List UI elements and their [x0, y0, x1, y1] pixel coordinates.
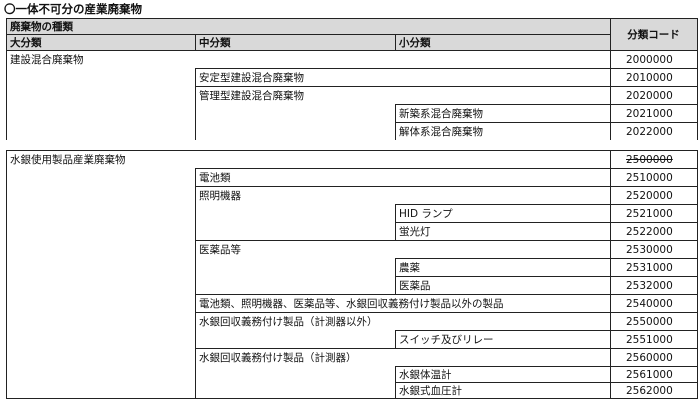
medium-column-line — [195, 68, 196, 140]
row-code: 2022000 — [610, 122, 698, 140]
row-label-medium: 電池類、照明機器、医薬品等、水銀回収義務付け製品以外の製品 — [195, 294, 610, 312]
row-divider — [395, 204, 396, 222]
header-small: 小分類 — [395, 34, 610, 50]
row-label-small: 蛍光灯 — [395, 222, 610, 240]
table-bottom-line — [6, 398, 698, 399]
waste-classification-table: 廃棄物の種類 大分類 中分類 小分類 分類コード 建設混合廃棄物 2000000 安… — [0, 0, 698, 400]
row-code: 2540000 — [610, 294, 698, 312]
row-code: 2510000 — [610, 168, 698, 186]
row-label-small: 水銀体温計 — [395, 366, 610, 382]
row-label-small: 新築系混合廃棄物 — [395, 104, 610, 122]
medium-column-line — [195, 168, 196, 398]
row-label-small: スイッチ及びリレー — [395, 330, 610, 348]
row-label-small: 農薬 — [395, 258, 610, 276]
row-label-medium: 安定型建設混合廃棄物 — [195, 68, 610, 86]
row-divider — [395, 382, 396, 398]
row-label-medium: 照明機器 — [195, 186, 610, 204]
header-col-divider-1 — [195, 34, 196, 50]
row-code: 2550000 — [610, 312, 698, 330]
row-label-large: 水銀使用製品産業廃棄物 — [6, 150, 610, 168]
page-break-gap — [0, 140, 698, 150]
row-code: 2020000 — [610, 86, 698, 104]
row-label-large: 建設混合廃棄物 — [6, 50, 610, 68]
row-label-medium: 管理型建設混合廃棄物 — [195, 86, 610, 104]
row-code: 2560000 — [610, 348, 698, 366]
page-break-top-line — [6, 150, 698, 151]
row-code: 2500000 — [610, 150, 698, 168]
row-code: 2531000 — [610, 258, 698, 276]
row-label-small: 解体系混合廃棄物 — [395, 122, 610, 140]
row-label-medium: 水銀回収義務付け製品（計測器以外） — [195, 312, 610, 330]
row-code: 2520000 — [610, 186, 698, 204]
row-label-medium: 医薬品等 — [195, 240, 610, 258]
row-divider — [395, 122, 396, 140]
row-label-small: HID ランプ — [395, 204, 610, 222]
row-divider — [395, 330, 396, 348]
row-code: 2530000 — [610, 240, 698, 258]
row-divider — [395, 276, 396, 294]
row-code: 2000000 — [610, 50, 698, 68]
header-medium: 中分類 — [195, 34, 395, 50]
row-label-medium: 水銀回収義務付け製品（計測器） — [195, 348, 610, 366]
row-label-medium: 電池類 — [195, 168, 610, 186]
header-large: 大分類 — [6, 34, 195, 50]
row-label-small: 水銀式血圧計 — [395, 382, 610, 398]
row-code: 2021000 — [610, 104, 698, 122]
row-divider — [395, 258, 396, 276]
header-col-divider-2 — [395, 34, 396, 50]
row-divider — [395, 222, 396, 240]
row-code: 2551000 — [610, 330, 698, 348]
row-code: 2010000 — [610, 68, 698, 86]
row-label-small: 医薬品 — [395, 276, 610, 294]
table-left-border — [6, 18, 7, 399]
row-code: 2521000 — [610, 204, 698, 222]
row-divider — [395, 366, 396, 382]
row-divider — [395, 104, 396, 122]
row-code: 2532000 — [610, 276, 698, 294]
header-code: 分類コード — [610, 18, 697, 50]
row-code: 2561000 — [610, 366, 698, 382]
header-type-group: 廃棄物の種類 — [6, 18, 610, 34]
row-code: 2522000 — [610, 222, 698, 240]
code-column-border — [610, 18, 611, 399]
row-code: 2562000 — [610, 382, 698, 398]
